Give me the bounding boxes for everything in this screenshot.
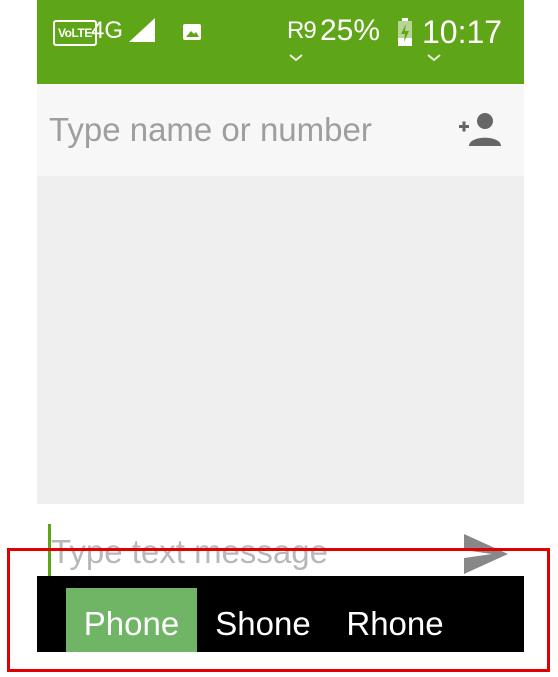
keyboard-suggestion-strip: Phone Shone Rhone bbox=[37, 576, 524, 652]
recipient-input[interactable] bbox=[49, 106, 449, 154]
carrier-label: R9 bbox=[287, 17, 317, 44]
status-bar: VoLTE 4G R9 25% 10:17 bbox=[37, 0, 524, 84]
chevron-down-icon bbox=[427, 54, 441, 62]
chevron-down-icon bbox=[289, 54, 303, 62]
clock-time: 10:17 bbox=[422, 14, 503, 50]
conversation-area bbox=[37, 176, 524, 504]
photo-notification-icon bbox=[183, 24, 201, 40]
recipient-bar bbox=[37, 84, 524, 176]
add-person-icon[interactable] bbox=[457, 112, 501, 148]
suggestion-phone[interactable]: Phone bbox=[66, 588, 197, 652]
battery-charging-icon bbox=[398, 18, 412, 46]
suggestion-shone[interactable]: Shone bbox=[207, 588, 319, 652]
compose-bar bbox=[37, 504, 524, 578]
send-icon[interactable] bbox=[462, 532, 510, 576]
network-type-label: 4G bbox=[91, 17, 124, 44]
message-input[interactable] bbox=[51, 526, 451, 578]
suggestion-rhone[interactable]: Rhone bbox=[337, 588, 453, 652]
battery-percent: 25% bbox=[320, 14, 381, 47]
signal-icon bbox=[129, 18, 155, 42]
messaging-screen: VoLTE 4G R9 25% 10:17 Type name or numbe… bbox=[37, 0, 524, 660]
